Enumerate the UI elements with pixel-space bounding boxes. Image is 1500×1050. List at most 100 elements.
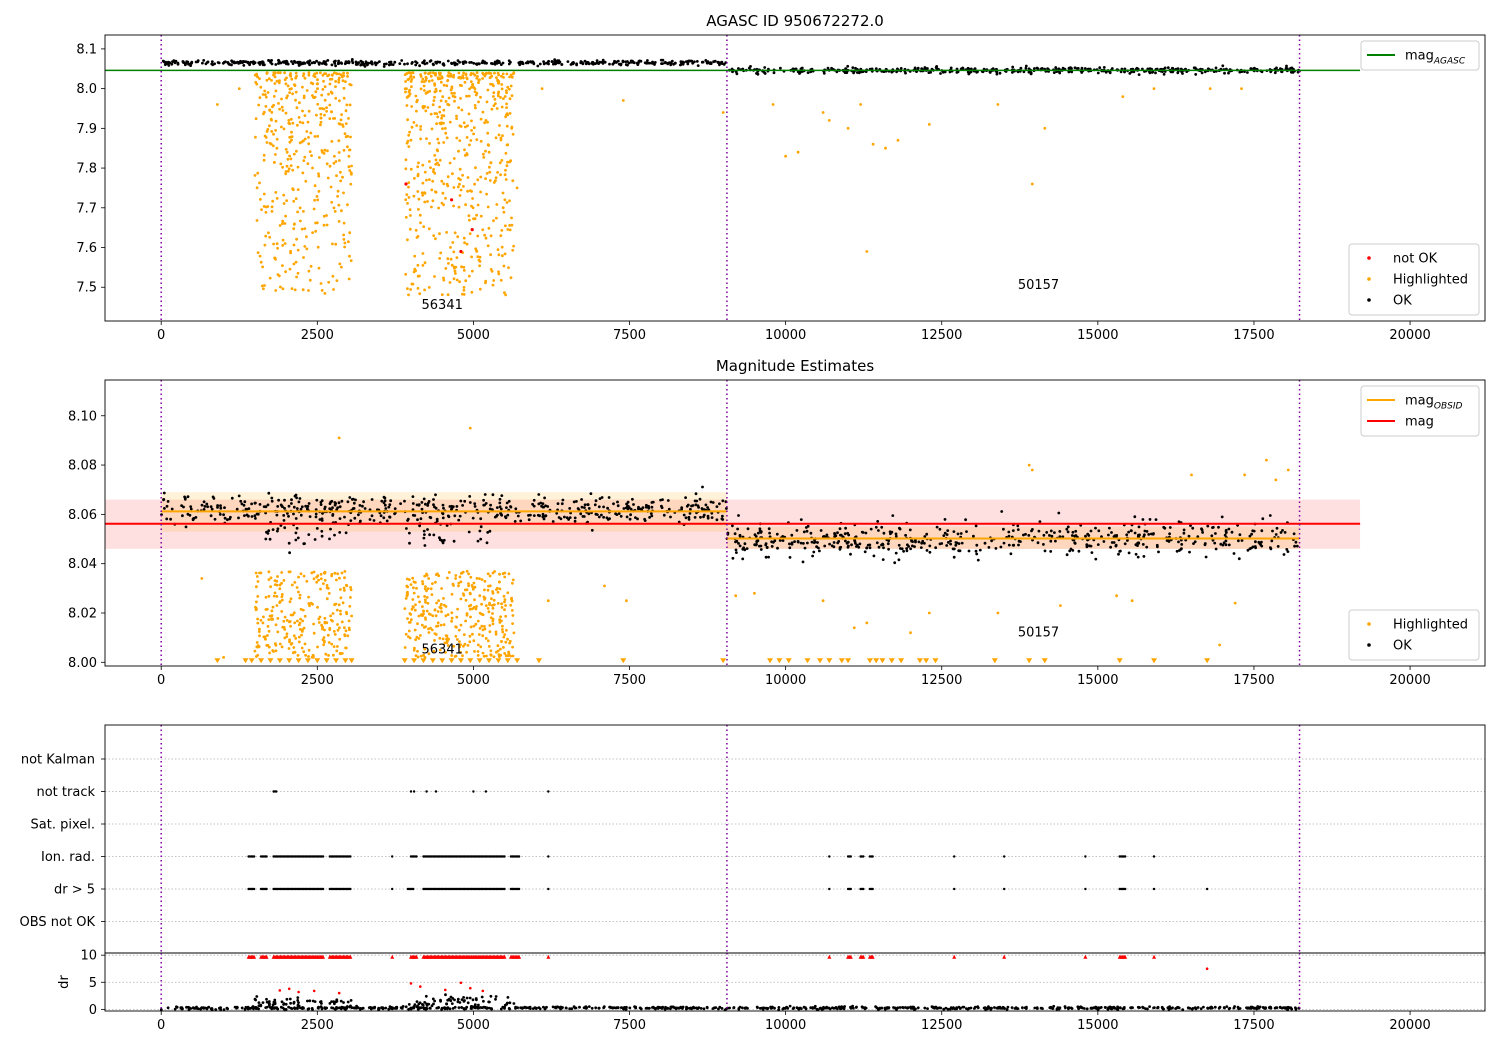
ok-point <box>287 514 290 518</box>
ok-point <box>754 535 758 538</box>
ok-point <box>1194 73 1198 76</box>
highlighted-point <box>423 595 426 598</box>
y-tick-label: 7.5 <box>76 281 97 296</box>
highlighted-point <box>476 619 480 623</box>
highlighted-point <box>497 270 500 274</box>
ok-point <box>736 527 739 531</box>
highlighted-point <box>444 267 448 270</box>
ok-point <box>1048 1006 1052 1010</box>
flag-category-label: not Kalman <box>21 753 95 768</box>
ok-point <box>706 516 710 520</box>
ok-point <box>401 1005 405 1008</box>
ok-point <box>836 531 839 535</box>
ok-point <box>560 1006 563 1010</box>
ok-point <box>550 60 554 63</box>
ok-point <box>1143 529 1147 533</box>
ok-point <box>926 1007 929 1010</box>
highlighted-point <box>280 571 284 574</box>
ok-point <box>1110 531 1113 534</box>
highlighted-point <box>423 89 426 92</box>
highlighted-point <box>460 265 463 269</box>
ok-point <box>770 545 774 548</box>
highlighted-point <box>478 287 482 291</box>
y-tick-label: 7.9 <box>76 122 97 137</box>
ok-point <box>268 1004 271 1007</box>
highlighted-point <box>414 581 417 584</box>
highlighted-point <box>271 144 275 148</box>
ok-point <box>934 546 938 550</box>
highlighted-point <box>503 252 507 256</box>
ok-point <box>241 60 245 63</box>
highlighted-point <box>404 215 408 219</box>
ok-point <box>612 502 615 506</box>
highlighted-point <box>1233 601 1237 605</box>
highlighted-point <box>474 106 477 110</box>
highlighted-point <box>404 158 408 162</box>
highlighted-point <box>423 170 427 174</box>
ok-point <box>1057 511 1061 515</box>
ok-point <box>763 72 767 75</box>
ok-point <box>353 516 357 520</box>
highlighted-point <box>474 247 478 251</box>
ok-point <box>245 513 249 517</box>
ok-point <box>1070 1007 1074 1010</box>
ok-point <box>691 504 695 507</box>
highlighted-point <box>338 99 341 103</box>
highlighted-point <box>292 243 296 247</box>
highlighted-point <box>508 199 511 203</box>
highlighted-point <box>287 167 291 171</box>
highlighted-point <box>439 80 443 84</box>
highlighted-point <box>412 586 415 590</box>
highlighted-point <box>1030 468 1034 472</box>
highlighted-point <box>478 260 482 263</box>
ok-point <box>663 1007 667 1011</box>
highlighted-point <box>412 648 416 652</box>
ok-point <box>1264 1007 1267 1010</box>
ok-point <box>854 1006 858 1009</box>
ok-point <box>624 1007 628 1011</box>
ok-point <box>959 532 963 535</box>
ok-point <box>916 1006 920 1010</box>
ok-point <box>476 539 480 543</box>
highlighted-point <box>442 182 446 186</box>
ok-point <box>942 534 946 537</box>
highlighted-point <box>253 174 257 177</box>
flag-point <box>953 887 956 891</box>
highlighted-point <box>488 574 492 578</box>
highlighted-point <box>446 293 450 297</box>
highlighted-point <box>510 216 513 220</box>
ok-point <box>547 62 550 66</box>
ok-point <box>209 505 213 509</box>
obsid-annotation: 56341 <box>422 298 463 313</box>
ok-point <box>410 62 414 65</box>
ok-point <box>521 1007 524 1010</box>
ok-point <box>763 66 767 69</box>
ok-point <box>832 545 836 549</box>
highlighted-point <box>497 80 501 83</box>
highlighted-point <box>852 626 856 630</box>
highlighted-point <box>424 618 427 621</box>
highlighted-point <box>417 637 421 640</box>
highlighted-point <box>821 111 825 114</box>
highlighted-point <box>349 259 353 262</box>
highlighted-point <box>295 275 298 279</box>
ok-point <box>433 505 436 509</box>
ok-point <box>166 500 170 503</box>
ok-point <box>804 1007 808 1011</box>
highlighted-point <box>464 73 468 77</box>
ok-point <box>252 1007 255 1011</box>
highlighted-point <box>350 614 353 618</box>
highlighted-point <box>440 587 443 590</box>
highlighted-point <box>511 578 515 582</box>
highlighted-point <box>445 136 449 140</box>
highlighted-point <box>479 117 483 121</box>
highlighted-point <box>404 597 408 600</box>
ok-point <box>875 1006 879 1010</box>
ok-point <box>219 504 222 508</box>
ok-point <box>258 503 262 506</box>
ok-point <box>446 514 450 518</box>
ok-point <box>1182 531 1186 535</box>
highlighted-point <box>342 148 346 152</box>
flag-point <box>849 887 852 891</box>
ok-point <box>938 1006 941 1010</box>
